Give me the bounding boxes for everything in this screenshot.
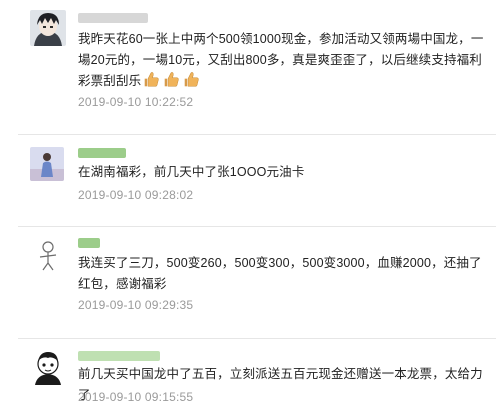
thumbs-up-icon [144,72,159,87]
avatar[interactable] [30,349,66,385]
comment-card: 前几天买中国龙中了五百，立刻派送五百元现金还赠送一本龙票，太给力了 2019-0… [18,338,496,416]
comment-text: 我连买了三刀，500变260，500变300，500变3000，血赚2000，还… [78,256,482,291]
thumbs-up-icon [184,72,199,87]
sketch-figure-avatar-icon [30,237,66,273]
avatar[interactable] [30,237,66,273]
avatar[interactable] [30,10,66,46]
comment-text-content: 我昨天花60一张上中两个500领1000现金，参加活动又领两場中国龙，一場20元… [78,32,484,88]
comment-timestamp: 2019-09-10 09:15:55 [78,390,194,404]
comment-card: 在湖南福彩，前几天中了张1OOO元油卡 2019-09-10 09:28:02 [18,134,496,213]
thumbs-up-icon [164,72,179,87]
comment-timestamp: 2019-09-10 09:28:02 [78,188,194,202]
comment-text: 在湖南福彩，前几天中了张1OOO元油卡 [78,165,305,179]
nickname-masked[interactable] [78,13,148,23]
comment-card: 我连买了三刀，500变260，500变300，500变3000，血赚2000，还… [18,226,496,327]
nickname-masked[interactable] [78,238,100,248]
comment-timestamp: 2019-09-10 09:29:35 [78,298,194,312]
comment-feed: 我昨天花60一张上中两个500领1000现金，参加活动又领两場中国龙，一場20元… [0,0,500,416]
comment-timestamp: 2019-09-10 10:22:52 [78,95,194,109]
nickname-masked[interactable] [78,351,160,361]
emoji-group [143,71,200,88]
anime-boy-avatar-icon [30,10,66,46]
nickname-masked[interactable] [78,148,126,158]
comment-card: 我昨天花60一张上中两个500领1000现金，参加活动又领两場中国龙，一場20元… [18,0,496,122]
girl-photo-avatar-icon [30,147,64,181]
cartoon-head-avatar-icon [30,349,66,385]
avatar[interactable] [30,147,64,181]
comment-text: 我昨天花60一张上中两个500领1000现金，参加活动又领两場中国龙，一場20元… [78,29,492,92]
